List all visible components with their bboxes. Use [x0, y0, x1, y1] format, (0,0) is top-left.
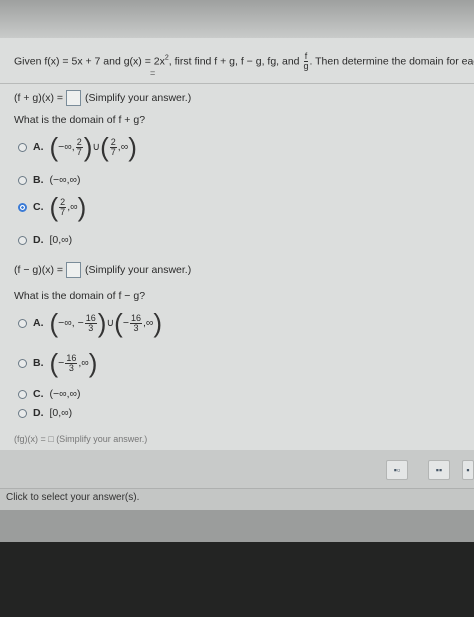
question-suffix: . Then determine the domain for eac	[309, 55, 474, 68]
question-panel: Given f(x) = 5x + 7 and g(x) = 2x2, firs…	[0, 38, 474, 450]
question-middle: , first find f + g, f − g, fg, and	[168, 55, 300, 68]
radio-button[interactable]	[18, 358, 27, 368]
radio-button[interactable]	[18, 389, 27, 399]
question-text: Given f(x) = 5x + 7 and g(x) = 2x2, firs…	[14, 52, 474, 71]
difference-label: (f − g)(x) =	[14, 264, 64, 276]
bottom-dark-area	[0, 542, 474, 617]
question-prefix: Given f(x) = 5x + 7 and g(x) = 2x	[14, 55, 165, 68]
difference-answer-input[interactable]	[66, 262, 82, 278]
radio-button[interactable]	[18, 408, 27, 418]
question-fraction: fg	[303, 51, 309, 71]
bottom-band	[0, 510, 474, 542]
small-mark: =	[150, 68, 156, 78]
radio-button[interactable]	[18, 318, 27, 328]
product-answer-row-cut: (fg)(x) = □ (Simplify your answer.)	[14, 434, 148, 444]
sum-option-b[interactable]: B. (−∞,∞)	[18, 174, 81, 186]
difference-option-c[interactable]: C. (−∞,∞)	[18, 388, 81, 400]
difference-option-d[interactable]: D. [0,∞)	[18, 407, 72, 419]
sum-domain-question: What is the domain of f + g?	[14, 114, 146, 126]
difference-domain-question: What is the domain of f − g?	[14, 290, 146, 302]
divider	[0, 83, 474, 84]
difference-answer-row: (f − g)(x) = (Simplify your answer.)	[14, 262, 191, 278]
difference-option-a[interactable]: A. ( −∞, − 16 3 ) ∪ ( − 16 3 ,∞ )	[18, 310, 162, 336]
more-tools-icon[interactable]: ▪	[462, 460, 474, 480]
sum-label: (f + g)(x) =	[14, 92, 64, 104]
sum-hint: (Simplify your answer.)	[85, 92, 192, 104]
status-bar: Click to select your answer(s).	[0, 488, 474, 511]
top-shadow	[0, 0, 474, 38]
mixed-number-template-icon[interactable]: ▪▪	[428, 460, 450, 480]
sum-option-c[interactable]: C. ( 27 ,∞ )	[18, 194, 86, 220]
radio-button-selected[interactable]	[18, 202, 27, 212]
radio-button[interactable]	[18, 142, 27, 152]
radio-button[interactable]	[18, 235, 27, 245]
sum-option-d[interactable]: D. [0,∞)	[18, 234, 72, 246]
sum-answer-input[interactable]	[66, 90, 82, 106]
sum-option-a[interactable]: A. ( −∞, 27 ) ∪ ( 27 ,∞ )	[18, 134, 137, 160]
status-text: Click to select your answer(s).	[6, 492, 140, 503]
radio-button[interactable]	[18, 175, 27, 185]
sum-answer-row: (f + g)(x) = (Simplify your answer.)	[14, 90, 191, 106]
fraction-template-icon[interactable]: ▪▫	[386, 460, 408, 480]
difference-option-b[interactable]: B. ( − 16 3 ,∞ )	[18, 350, 97, 376]
difference-hint: (Simplify your answer.)	[85, 264, 192, 276]
math-toolbar: ▪▫ ▪▪ ▪	[0, 450, 474, 488]
